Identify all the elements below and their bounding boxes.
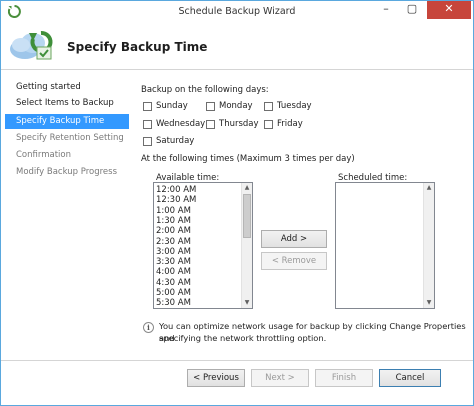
days-label: Backup on the following days: <box>141 85 269 95</box>
list-item[interactable]: 4:00 AM <box>156 267 191 277</box>
list-item[interactable]: 3:00 AM <box>156 247 191 257</box>
tuesday-label: Tuesday <box>277 101 312 111</box>
thursday-checkbox[interactable] <box>206 120 215 129</box>
scroll-up-arrow-icon[interactable]: ▲ <box>424 183 434 193</box>
minimize-button[interactable]: – <box>373 1 399 19</box>
wizard-steps-sidebar: Getting started Select Items to Backup S… <box>1 70 133 360</box>
available-time-list[interactable]: 12:00 AM 12:30 AM 1:00 AM 1:30 AM 2:00 A… <box>153 182 253 309</box>
footer-divider <box>1 360 473 361</box>
finish-button[interactable]: Finish <box>315 369 373 387</box>
cloud-backup-icon <box>10 31 53 60</box>
page-title: Specify Backup Time <box>67 40 208 54</box>
list-item[interactable]: 2:30 AM <box>156 237 191 247</box>
cancel-button[interactable]: Cancel <box>379 369 441 387</box>
list-item[interactable]: 4:30 AM <box>156 278 191 288</box>
list-item[interactable]: 3:30 AM <box>156 257 191 267</box>
info-text-line2: specifying the network throttling option… <box>159 333 327 343</box>
available-list-scrollbar[interactable]: ▲ ▼ <box>241 183 252 308</box>
list-item[interactable]: 5:30 AM <box>156 298 191 308</box>
title-bar: Schedule Backup Wizard – ▢ ✕ <box>1 1 473 23</box>
saturday-checkbox[interactable] <box>143 137 152 146</box>
monday-checkbox[interactable] <box>206 102 215 111</box>
step-specify-backup-time[interactable]: Specify Backup Time <box>5 114 129 129</box>
scheduled-time-list[interactable]: ▲ ▼ <box>335 182 435 309</box>
wednesday-label: Wednesday <box>156 119 206 129</box>
scheduled-list-scrollbar[interactable]: ▲ ▼ <box>423 183 434 308</box>
step-select-items[interactable]: Select Items to Backup <box>5 96 129 111</box>
saturday-label: Saturday <box>156 136 195 146</box>
monday-label: Monday <box>219 101 253 111</box>
list-item[interactable]: 1:30 AM <box>156 216 191 226</box>
next-button[interactable]: Next > <box>251 369 309 387</box>
close-button[interactable]: ✕ <box>427 1 471 19</box>
step-specify-retention[interactable]: Specify Retention Setting <box>5 131 129 146</box>
scroll-down-arrow-icon[interactable]: ▼ <box>424 298 434 308</box>
friday-label: Friday <box>277 119 303 129</box>
scroll-up-arrow-icon[interactable]: ▲ <box>242 183 252 193</box>
tuesday-checkbox[interactable] <box>264 102 273 111</box>
step-getting-started[interactable]: Getting started <box>5 80 129 95</box>
add-button[interactable]: Add > <box>261 230 327 248</box>
maximize-button[interactable]: ▢ <box>399 1 425 19</box>
wednesday-checkbox[interactable] <box>143 120 152 129</box>
step-modify-backup-progress[interactable]: Modify Backup Progress <box>5 165 129 180</box>
thursday-label: Thursday <box>219 119 259 129</box>
wizard-window: Schedule Backup Wizard – ▢ ✕ Specify Bac… <box>0 0 474 406</box>
scroll-down-arrow-icon[interactable]: ▼ <box>242 298 252 308</box>
list-item[interactable]: 12:00 AM <box>156 185 196 195</box>
friday-checkbox[interactable] <box>264 120 273 129</box>
sunday-label: Sunday <box>156 101 188 111</box>
times-label: At the following times (Maximum 3 times … <box>141 154 355 164</box>
list-item[interactable]: 12:30 AM <box>156 195 196 205</box>
previous-button[interactable]: < Previous <box>187 369 245 387</box>
step-confirmation[interactable]: Confirmation <box>5 148 129 163</box>
remove-button[interactable]: < Remove <box>261 252 327 270</box>
scroll-thumb[interactable] <box>243 194 251 238</box>
list-item[interactable]: 1:00 AM <box>156 206 191 216</box>
wizard-header: Specify Backup Time <box>1 23 473 69</box>
list-item[interactable]: 2:00 AM <box>156 226 191 236</box>
sunday-checkbox[interactable] <box>143 102 152 111</box>
list-item[interactable]: 5:00 AM <box>156 288 191 298</box>
info-icon: i <box>143 322 154 333</box>
